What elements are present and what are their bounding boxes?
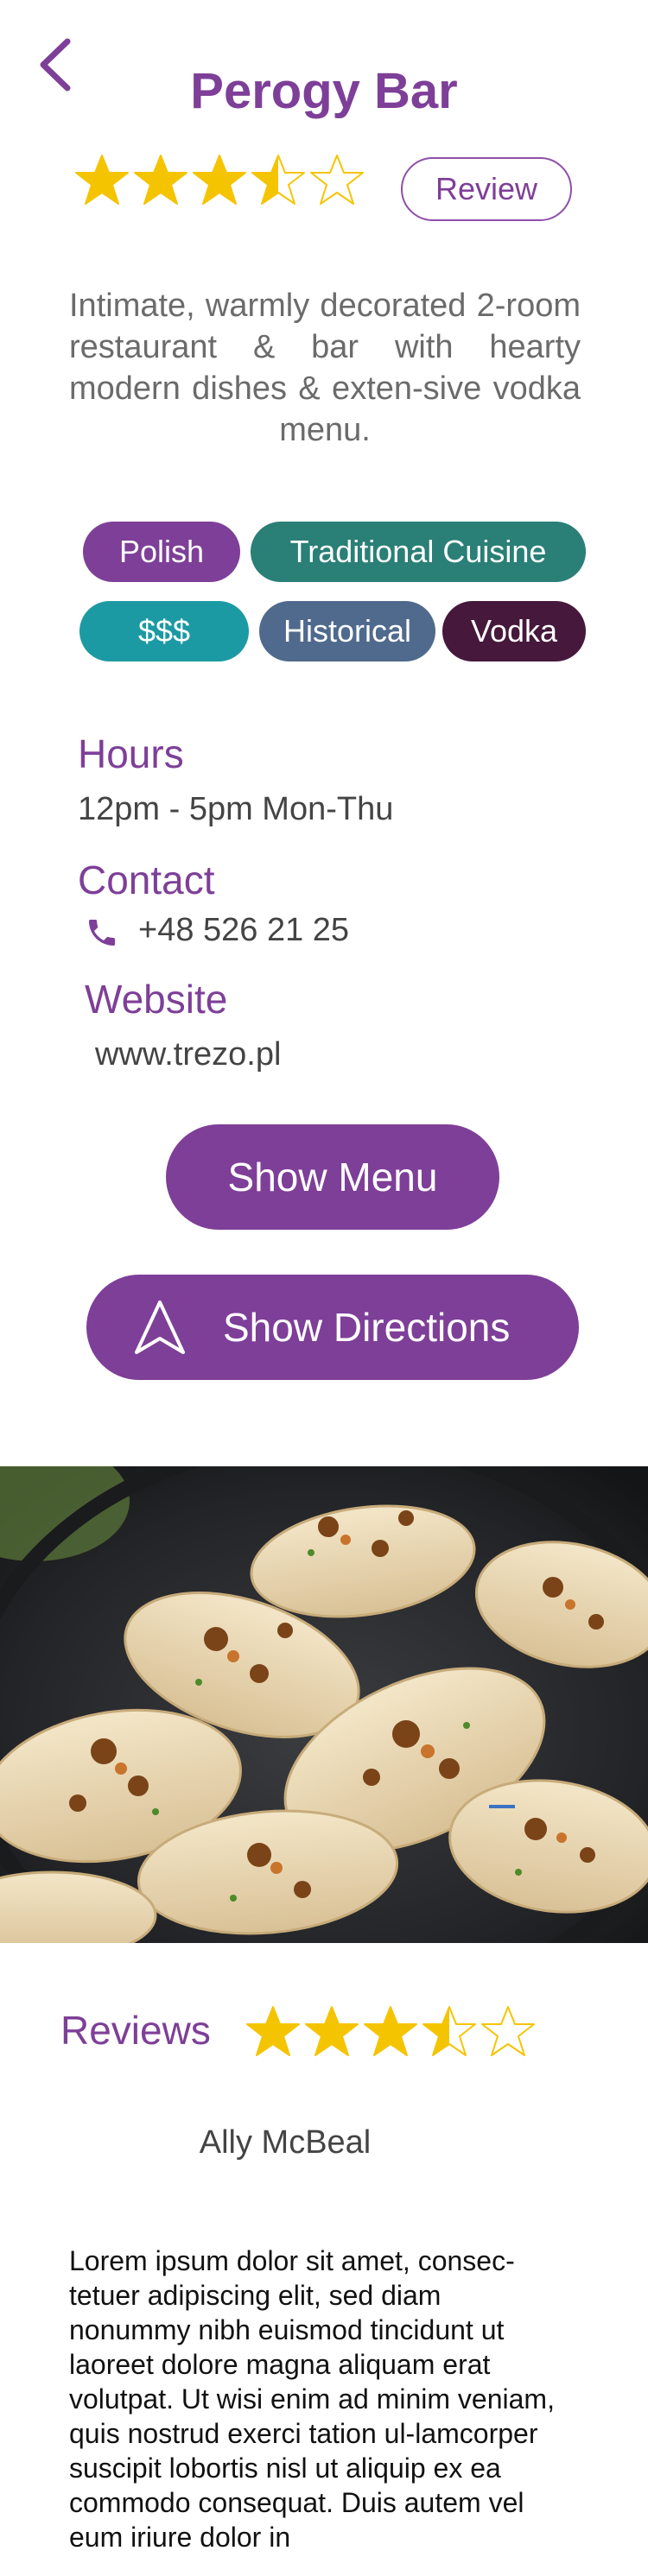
star-full-icon <box>75 155 129 205</box>
hours-heading: Hours <box>78 731 184 776</box>
show-directions-label: Show Directions <box>223 1305 511 1350</box>
tag-label: Vodka <box>470 613 558 649</box>
tag-historical[interactable]: Historical <box>259 601 435 661</box>
tag-price[interactable]: $$$ <box>79 601 249 661</box>
review-button[interactable]: Review <box>401 157 572 221</box>
star-empty-icon <box>310 155 364 205</box>
website-heading: Website <box>85 977 228 1022</box>
tag-traditional-cuisine[interactable]: Traditional Cuisine <box>251 522 586 582</box>
review-text: Lorem ipsum dolor sit amet, consec-tetue… <box>69 2245 555 2553</box>
show-menu-button[interactable]: Show Menu <box>166 1124 499 1230</box>
reviews-rating-stars <box>245 2003 536 2059</box>
star-half-icon <box>251 155 305 205</box>
tag-label: Polish <box>118 534 205 569</box>
star-empty-icon <box>481 2006 535 2056</box>
restaurant-photo <box>0 1466 648 1943</box>
contact-heading: Contact <box>78 858 215 902</box>
star-full-icon <box>193 155 246 205</box>
rating-stars <box>74 152 365 221</box>
tag-vodka[interactable]: Vodka <box>442 601 586 661</box>
star-half-icon <box>422 2006 476 2056</box>
hours-value: 12pm - 5pm Mon-Thu <box>78 791 394 827</box>
star-full-icon <box>246 2006 300 2056</box>
show-directions-button[interactable]: Show Directions <box>86 1275 579 1380</box>
reviews-heading: Reviews <box>60 2008 211 2053</box>
tag-label: $$$ <box>137 613 191 649</box>
navigation-arrow-icon <box>135 1301 185 1354</box>
star-full-icon <box>305 2006 359 2056</box>
website-link[interactable]: www.trezo.pl <box>95 1036 281 1073</box>
contact-phone[interactable]: +48 526 21 25 <box>138 912 349 949</box>
star-full-icon <box>134 155 187 205</box>
tag-label: Historical <box>283 613 412 649</box>
reviewer-name: Ally McBeal <box>199 2124 372 2161</box>
page-title: Perogy Bar <box>190 63 458 119</box>
star-full-icon <box>364 2006 417 2056</box>
tag-label: Traditional Cuisine <box>289 534 547 569</box>
phone-icon <box>85 915 119 950</box>
restaurant-description: Intimate, warmly decorated 2-room restau… <box>69 288 581 448</box>
tag-polish[interactable]: Polish <box>83 522 240 582</box>
show-menu-label: Show Menu <box>227 1155 438 1199</box>
